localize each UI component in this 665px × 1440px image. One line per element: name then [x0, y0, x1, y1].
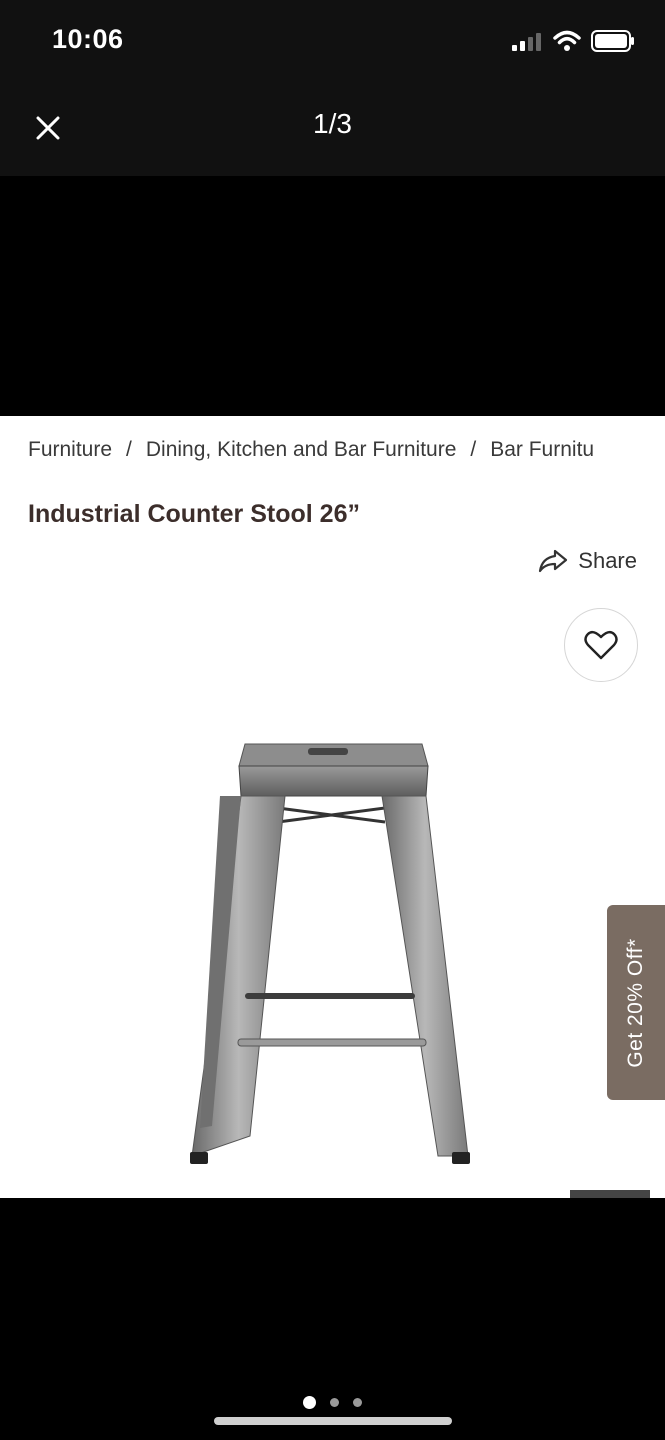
share-label: Share: [578, 548, 637, 573]
signal-icon: [512, 33, 541, 51]
pagination-dot-1[interactable]: [303, 1396, 316, 1409]
breadcrumb-separator: /: [126, 438, 132, 461]
share-icon: [539, 549, 568, 573]
heart-icon: [584, 630, 618, 660]
viewer-header: 1/3: [0, 88, 665, 176]
status-icons: [511, 30, 635, 52]
image-counter: 1/3: [313, 108, 352, 139]
status-bar: 10:06: [0, 0, 665, 88]
viewer-background: [0, 176, 665, 416]
product-stool-image: [190, 743, 470, 1164]
breadcrumb-separator: /: [470, 438, 477, 461]
product-page-image: Furniture / Dining, Kitchen and Bar Furnit…: [0, 416, 665, 1198]
promo-label: Get 20% Off*: [624, 937, 647, 1068]
product-title: Industrial Counter Stool 26”: [28, 500, 360, 528]
pagination-dots: [0, 1396, 665, 1409]
wifi-icon: [553, 30, 581, 51]
breadcrumb: Furniture / Dining, Kitchen and Bar Furnit…: [28, 438, 594, 462]
breadcrumb-item-furniture[interactable]: Furniture: [28, 438, 112, 461]
battery-icon: [591, 30, 634, 52]
status-time: 10:06: [52, 24, 124, 54]
breadcrumb-item-bar-furniture[interactable]: Bar Furnitu: [490, 438, 594, 461]
pagination-dot-2[interactable]: [330, 1398, 339, 1407]
home-indicator[interactable]: [214, 1417, 452, 1425]
breadcrumb-item-dining[interactable]: Dining, Kitchen and Bar Furniture: [146, 438, 457, 461]
favorite-button[interactable]: [564, 608, 638, 682]
promo-tab[interactable]: Get 20% Off*: [607, 905, 665, 1100]
share-button[interactable]: Share: [538, 548, 637, 574]
pagination-dot-3[interactable]: [353, 1398, 362, 1407]
button-fragment: [570, 1190, 650, 1198]
